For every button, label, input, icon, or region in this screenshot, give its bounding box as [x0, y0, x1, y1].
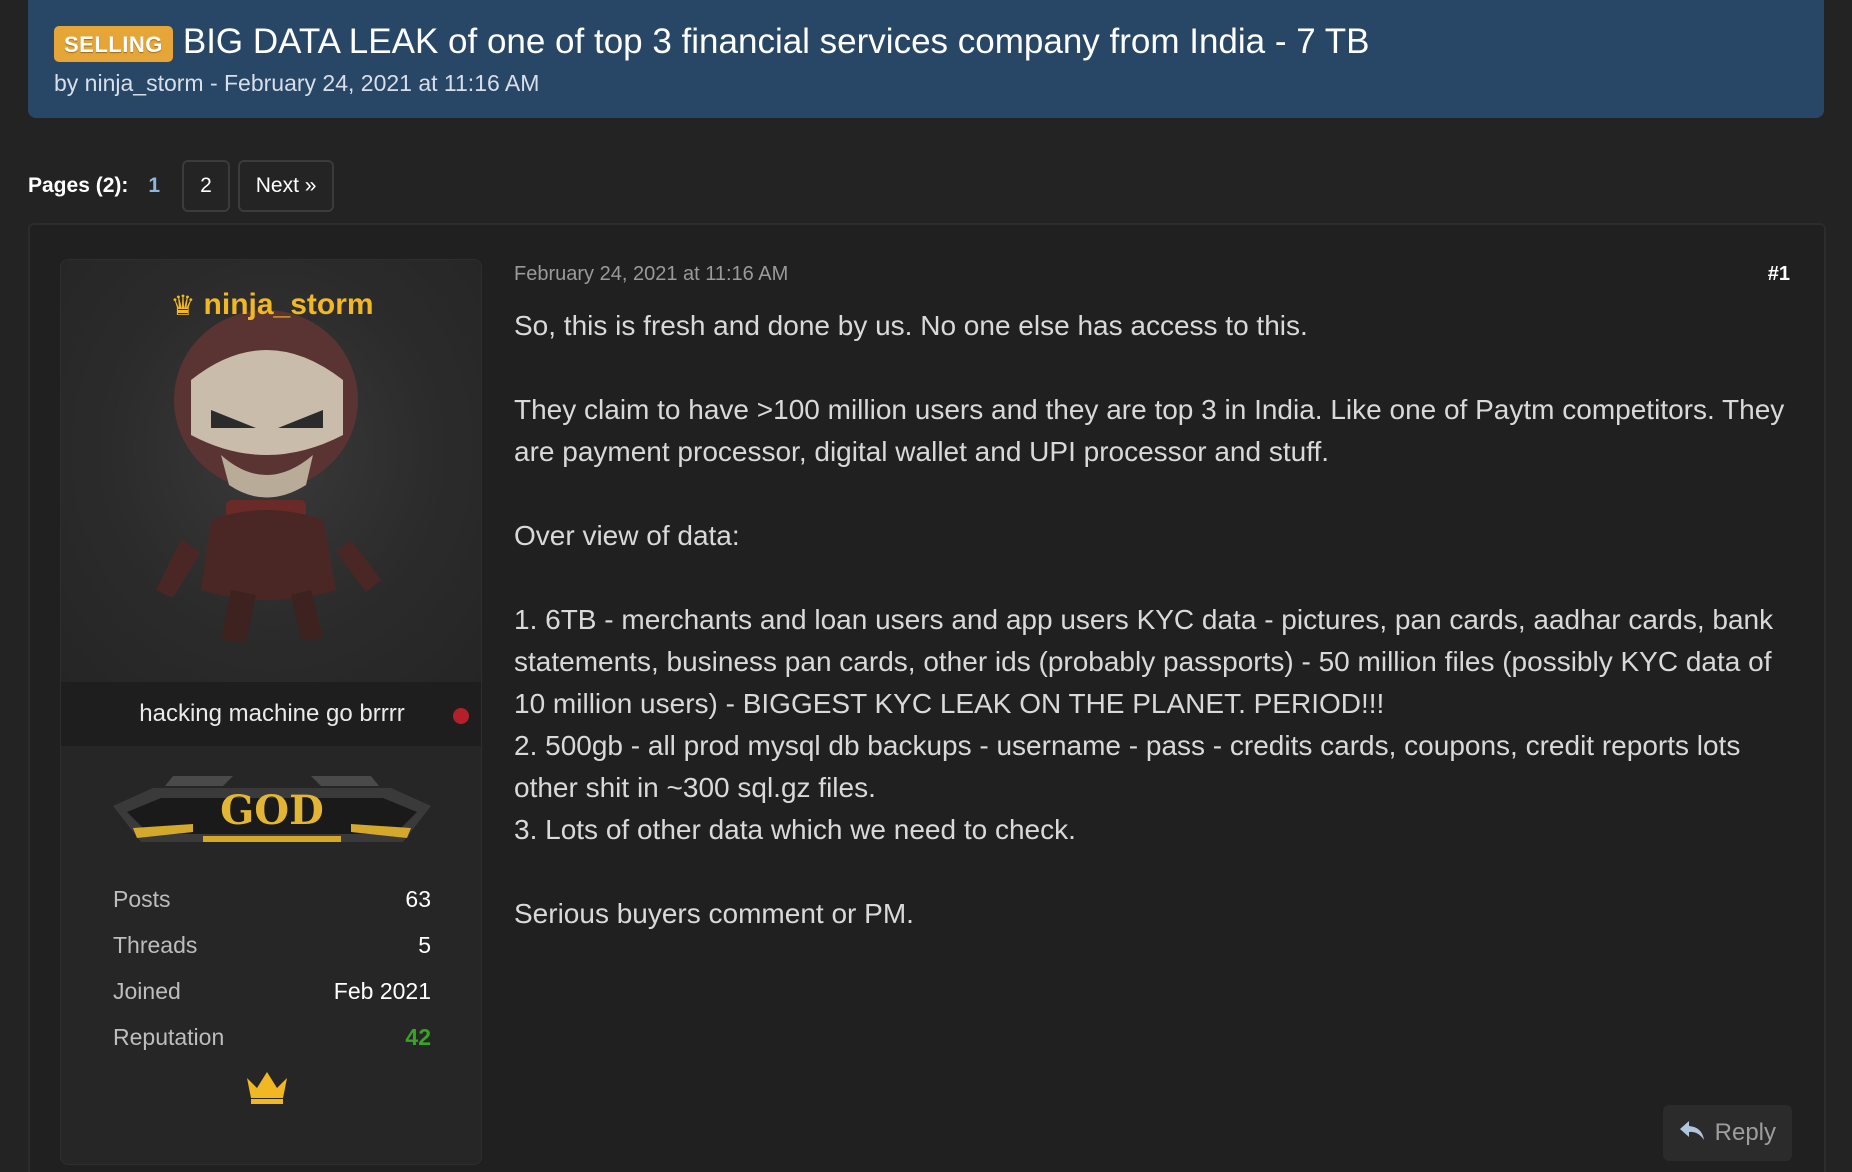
avatar-figure-icon — [156, 310, 381, 642]
author-stats: Posts 63 Threads 5 Joined Feb 2021 Reput… — [113, 876, 431, 1060]
stat-joined-label: Joined — [113, 977, 181, 1004]
stat-joined-value: Feb 2021 — [333, 977, 431, 1004]
stat-reputation: Reputation 42 — [113, 1014, 431, 1060]
stat-joined: Joined Feb 2021 — [113, 968, 431, 1014]
thread-header: SELLING BIG DATA LEAK of one of top 3 fi… — [28, 0, 1824, 118]
stat-reputation-label: Reputation — [113, 1023, 225, 1050]
author-name[interactable]: ♛ ninja_storm — [61, 288, 481, 322]
pages-label: Pages (2): — [28, 174, 129, 197]
post-list-item: 2. 500gb - all prod mysql db backups - u… — [514, 730, 1741, 803]
reply-button[interactable]: Reply — [1662, 1105, 1792, 1161]
stat-threads: Threads 5 — [113, 922, 431, 968]
avatar[interactable] — [61, 260, 481, 682]
thread-title-row: SELLING BIG DATA LEAK of one of top 3 fi… — [54, 20, 1798, 64]
offline-status-dot — [453, 708, 469, 724]
crown-icon — [243, 1066, 291, 1111]
stat-posts-value: 63 — [405, 885, 431, 912]
page-current: 1 — [148, 174, 161, 197]
post-list-item: 1. 6TB - merchants and loan users and ap… — [514, 604, 1774, 719]
post-number[interactable]: #1 — [1768, 263, 1790, 286]
post-body: So, this is fresh and done by us. No one… — [514, 305, 1804, 935]
page-2-button[interactable]: 2 — [182, 160, 230, 212]
author-name-text: ninja_storm — [203, 288, 374, 321]
stat-threads-label: Threads — [113, 931, 198, 958]
thread-title: BIG DATA LEAK of one of top 3 financial … — [182, 22, 1370, 61]
post-paragraph: Serious buyers comment or PM. — [514, 898, 914, 929]
next-page-button[interactable]: Next » — [237, 160, 335, 212]
author-panel: ♛ ninja_storm hacking machine go brrrr G… — [60, 259, 482, 1165]
reply-icon — [1679, 1119, 1705, 1148]
post-paragraph: They claim to have >100 million users an… — [514, 394, 1785, 467]
selling-badge: SELLING — [54, 26, 173, 62]
user-title: hacking machine go brrrr — [61, 682, 481, 746]
post: ♛ ninja_storm hacking machine go brrrr G… — [28, 223, 1826, 1172]
post-paragraph: Over view of data: — [514, 520, 740, 551]
thread-meta: by ninja_storm - February 24, 2021 at 11… — [54, 70, 540, 96]
crown-icon: ♛ — [170, 289, 196, 321]
stat-reputation-value[interactable]: 42 — [405, 1024, 431, 1051]
post-paragraph: So, this is fresh and done by us. No one… — [514, 310, 1308, 341]
stat-threads-value: 5 — [418, 931, 431, 958]
stat-posts-label: Posts — [113, 885, 171, 912]
reply-label: Reply — [1714, 1119, 1776, 1146]
stat-posts: Posts 63 — [113, 876, 431, 922]
rank-badge: GOD — [113, 768, 431, 850]
post-list-item: 3. Lots of other data which we need to c… — [514, 814, 1076, 845]
user-title-text: hacking machine go brrrr — [139, 700, 405, 727]
pagination: Pages (2): 1 2 Next » — [28, 160, 342, 212]
rank-badge-graphic: GOD — [113, 776, 431, 842]
rank-text: GOD — [220, 787, 324, 834]
post-date: February 24, 2021 at 11:16 AM — [514, 263, 789, 285]
